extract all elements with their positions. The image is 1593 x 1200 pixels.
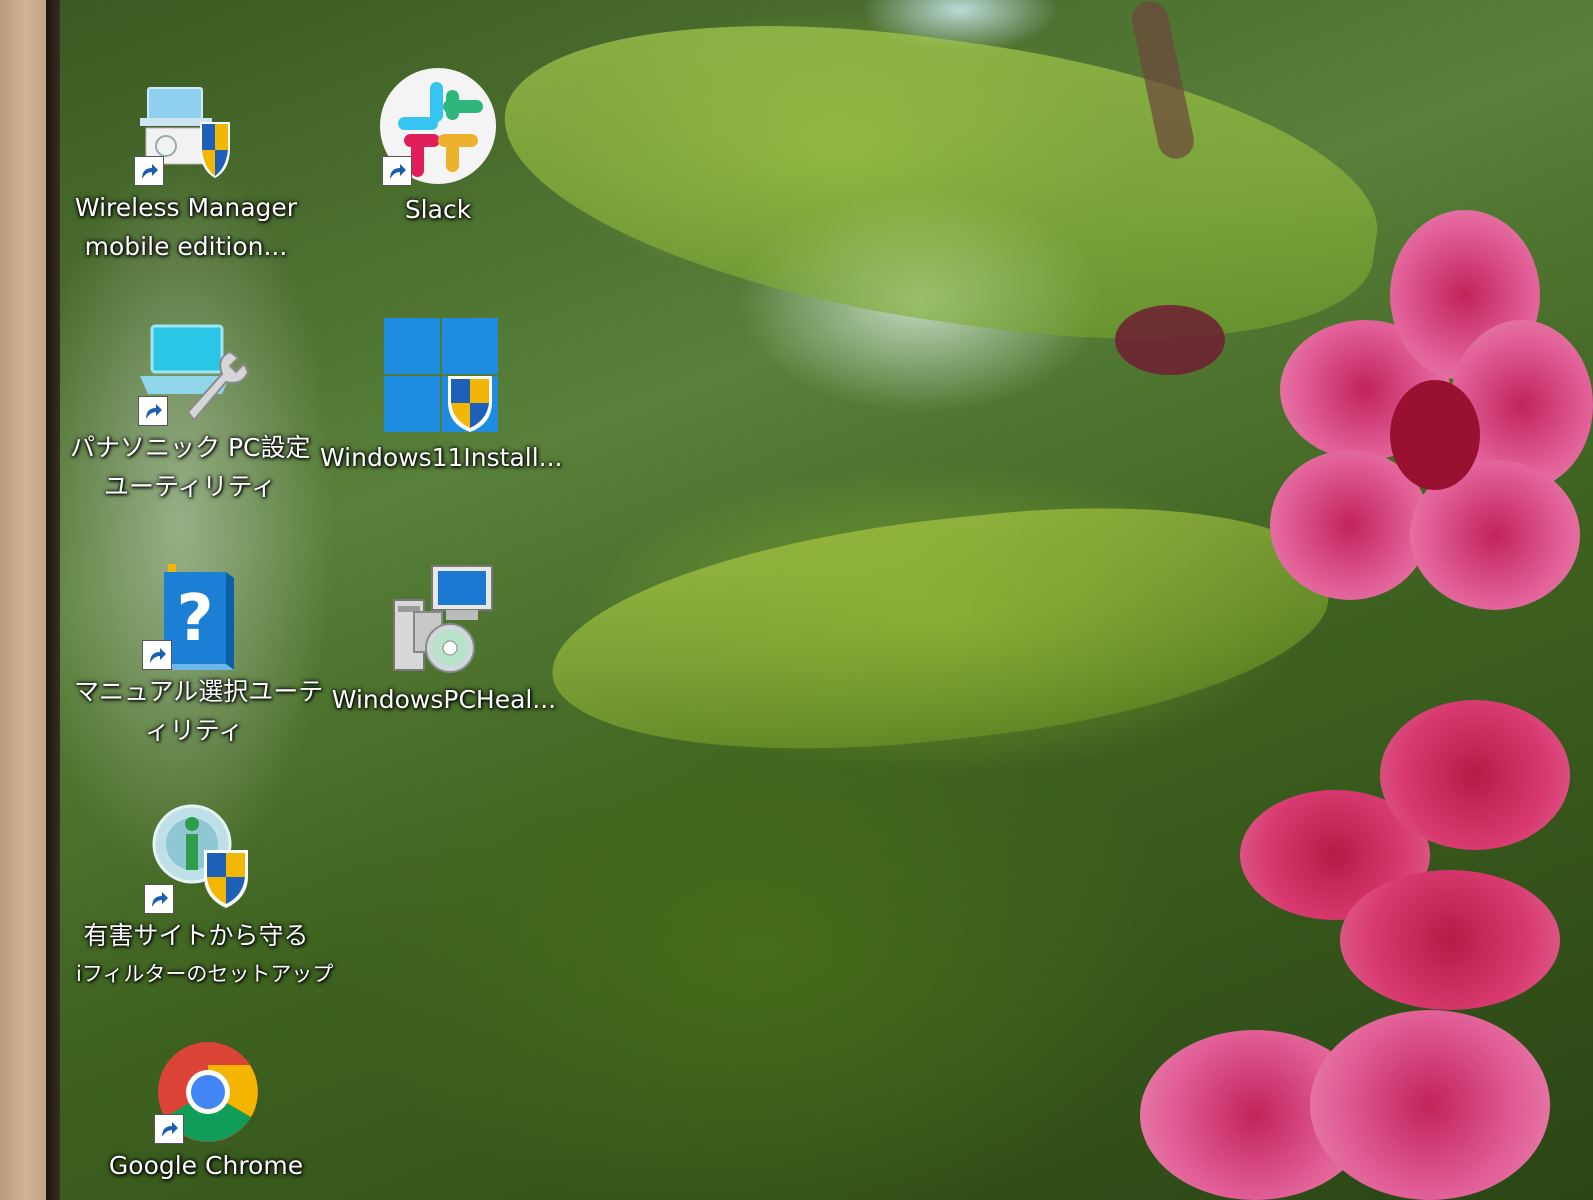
icon-label: パナソニック PC設定: [70, 433, 311, 462]
wallpaper-leaf: [484, 0, 1396, 380]
shortcut-arrow-icon: [144, 884, 174, 914]
desktop-icon-wireless-manager[interactable]: Wireless Manager mobile edition...: [66, 78, 306, 266]
icon-label: 有害サイトから守る: [83, 921, 309, 950]
screen-edge: [46, 0, 60, 1200]
wallpaper-leaf: [540, 479, 1340, 781]
desktop-icon-manual-utility[interactable]: ? マニュアル選択ユーテ ィリティ: [74, 562, 324, 750]
icon-label: Windows11Install...: [320, 443, 563, 472]
pc-settings-utility-icon: [130, 318, 250, 428]
icon-label: Google Chrome: [108, 1151, 304, 1180]
icon-label: ユーティリティ: [103, 472, 276, 501]
laptop-bezel: [0, 0, 46, 1200]
wallpaper-flower: [1210, 190, 1593, 620]
icon-label: Wireless Manager: [74, 193, 298, 222]
ifilter-setup-icon: [136, 800, 256, 916]
icon-label: ィリティ: [144, 716, 244, 745]
desktop-icon-slack[interactable]: Slack: [318, 62, 558, 229]
shortcut-arrow-icon: [154, 1114, 184, 1144]
wallpaper-bud: [1115, 305, 1225, 375]
svg-text:?: ?: [176, 582, 213, 656]
windows11-installer-icon: [380, 314, 500, 438]
icon-label: mobile edition...: [84, 232, 288, 261]
wallpaper-flower: [1140, 1010, 1593, 1200]
setup-installer-icon: [384, 562, 504, 680]
chrome-icon: [146, 1036, 266, 1146]
desktop-icon-windows11-installer[interactable]: Windows11Install...: [320, 314, 563, 477]
shortcut-arrow-icon: [382, 156, 412, 186]
desktop-icon-windows-pc-health[interactable]: WindowsPCHeal...: [324, 562, 564, 719]
shortcut-arrow-icon: [134, 156, 164, 186]
wallpaper-flower: [1240, 700, 1593, 1010]
wallpaper-stem: [1128, 0, 1198, 162]
icon-label: iフィルターのセットアップ: [76, 962, 334, 986]
slack-icon: [378, 62, 498, 190]
icon-label: Slack: [404, 195, 472, 224]
desktop-icon-pc-settings-utility[interactable]: パナソニック PC設定 ユーティリティ: [70, 318, 310, 506]
desktop-icon-ifilter-setup[interactable]: 有害サイトから守る iフィルターのセットアップ: [76, 800, 334, 994]
shortcut-arrow-icon: [138, 396, 168, 426]
icon-label: WindowsPCHeal...: [331, 685, 557, 714]
icon-label: マニュアル選択ユーテ: [74, 677, 324, 706]
manual-help-icon: ?: [134, 562, 254, 672]
desktop[interactable]: Wireless Manager mobile edition... Slack: [60, 0, 1593, 1200]
shortcut-arrow-icon: [142, 640, 172, 670]
wireless-manager-icon: [126, 78, 246, 188]
desktop-icon-google-chrome[interactable]: Google Chrome: [86, 1036, 326, 1185]
